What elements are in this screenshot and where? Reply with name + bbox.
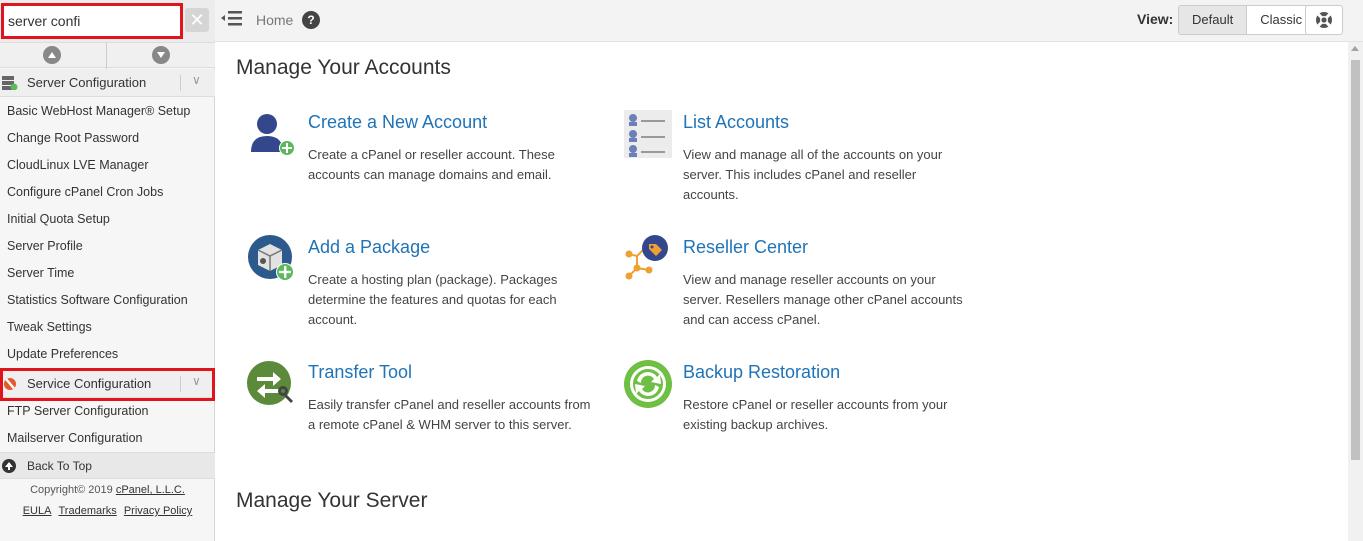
section-title-manage-server: Manage Your Server <box>236 489 428 512</box>
reseller-center-desc: View and manage reseller accounts on you… <box>683 272 963 327</box>
view-label: View: <box>1137 11 1174 27</box>
footer-links: EULA Trademarks Privacy Policy <box>0 505 215 517</box>
divider <box>106 43 107 69</box>
breadcrumb-home[interactable]: Home <box>256 12 293 28</box>
transfer-tool-link[interactable]: Transfer Tool <box>308 362 412 383</box>
divider <box>180 376 181 392</box>
sidebar-section-label: Server Configuration <box>27 75 147 90</box>
reseller-center-link[interactable]: Reseller Center <box>683 237 808 258</box>
scroll-up-arrow-icon[interactable] <box>1351 46 1359 51</box>
add-package-link[interactable]: Add a Package <box>308 237 430 258</box>
create-account-desc: Create a cPanel or reseller account. The… <box>308 147 555 182</box>
sidebar-section-server-configuration[interactable]: Server Configuration ∨ <box>0 69 215 97</box>
transfer-tool-desc: Easily transfer cPanel and reseller acco… <box>308 397 591 432</box>
collapse-all-up-icon[interactable] <box>43 46 61 64</box>
chevron-down-icon[interactable]: ∨ <box>192 374 201 388</box>
search-box-highlight <box>1 3 183 39</box>
main-content: Manage Your Accounts Create a New Accoun… <box>215 42 1348 541</box>
add-package-desc: Create a hosting plan (package). Package… <box>308 272 558 327</box>
copyright: Copyright© 2019 cPanel, L.L.C. <box>0 484 215 496</box>
wrench-gear-icon <box>4 378 16 390</box>
copyright-text: Copyright© 2019 <box>30 484 116 496</box>
collapse-controls <box>0 42 215 69</box>
scrollbar[interactable] <box>1348 42 1363 541</box>
sidebar-item-basic-webhost-manager-setup[interactable]: Basic WebHost Manager® Setup <box>7 104 190 118</box>
scrollbar-thumb[interactable] <box>1351 60 1360 460</box>
help-icon[interactable]: ? <box>302 11 320 29</box>
reseller-network-icon[interactable] <box>623 234 673 284</box>
backup-restoration-link[interactable]: Backup Restoration <box>683 362 840 383</box>
sidebar-item-server-profile[interactable]: Server Profile <box>7 239 83 253</box>
arrow-up-icon <box>2 459 16 473</box>
sidebar-item-tweak-settings[interactable]: Tweak Settings <box>7 320 92 334</box>
support-lifebuoy-button[interactable] <box>1305 5 1343 35</box>
package-add-icon[interactable] <box>247 234 297 284</box>
sidebar-item-configure-cron-jobs[interactable]: Configure cPanel Cron Jobs <box>7 185 163 199</box>
trademarks-link[interactable]: Trademarks <box>59 505 117 517</box>
list-accounts-desc: View and manage all of the accounts on y… <box>683 147 943 202</box>
top-bar: Home ? View: Default Classic <box>215 0 1363 42</box>
sidebar-item-ftp-server-configuration[interactable]: FTP Server Configuration <box>7 404 149 418</box>
backup-restore-icon[interactable] <box>623 359 673 409</box>
eula-link[interactable]: EULA <box>23 505 52 517</box>
back-to-top-button[interactable]: Back To Top <box>0 452 215 479</box>
sidebar-item-mailserver-configuration[interactable]: Mailserver Configuration <box>7 431 142 445</box>
sidebar-item-update-preferences[interactable]: Update Preferences <box>7 347 118 361</box>
sidebar-item-cloudlinux-lve-manager[interactable]: CloudLinux LVE Manager <box>7 158 149 172</box>
close-icon[interactable]: ✕ <box>185 8 209 32</box>
search-area: ✕ <box>0 0 215 42</box>
sidebar-item-change-root-password[interactable]: Change Root Password <box>7 131 139 145</box>
divider <box>180 75 181 91</box>
sidebar-item-server-time[interactable]: Server Time <box>7 266 74 280</box>
back-to-top-label: Back To Top <box>27 459 92 473</box>
section-title-manage-accounts: Manage Your Accounts <box>236 56 451 79</box>
transfer-tool-icon[interactable] <box>247 359 297 409</box>
sidebar: ✕ Server Configuration ∨ Basic WebHost M… <box>0 0 215 541</box>
privacy-policy-link[interactable]: Privacy Policy <box>124 505 192 517</box>
sidebar-section-label: Service Configuration <box>27 376 152 391</box>
chevron-down-icon[interactable]: ∨ <box>192 73 201 87</box>
sidebar-item-initial-quota-setup[interactable]: Initial Quota Setup <box>7 212 110 226</box>
view-default-button[interactable]: Default <box>1179 6 1248 34</box>
backup-restoration-desc: Restore cPanel or reseller accounts from… <box>683 397 948 432</box>
list-accounts-link[interactable]: List Accounts <box>683 112 789 133</box>
sidebar-section-service-configuration[interactable]: Service Configuration ∨ <box>0 370 215 398</box>
create-account-link[interactable]: Create a New Account <box>308 112 487 133</box>
expand-all-down-icon[interactable] <box>152 46 170 64</box>
search-input[interactable] <box>4 6 180 36</box>
sidebar-item-statistics-software-configuration[interactable]: Statistics Software Configuration <box>7 293 188 307</box>
server-config-icon <box>2 76 18 90</box>
menu-toggle-icon[interactable] <box>221 8 243 28</box>
user-add-icon[interactable] <box>247 110 297 160</box>
lifebuoy-icon <box>1316 12 1332 28</box>
cpanel-link[interactable]: cPanel, L.L.C. <box>116 484 185 496</box>
view-toggle: Default Classic <box>1178 5 1317 35</box>
list-accounts-icon[interactable] <box>623 110 673 160</box>
